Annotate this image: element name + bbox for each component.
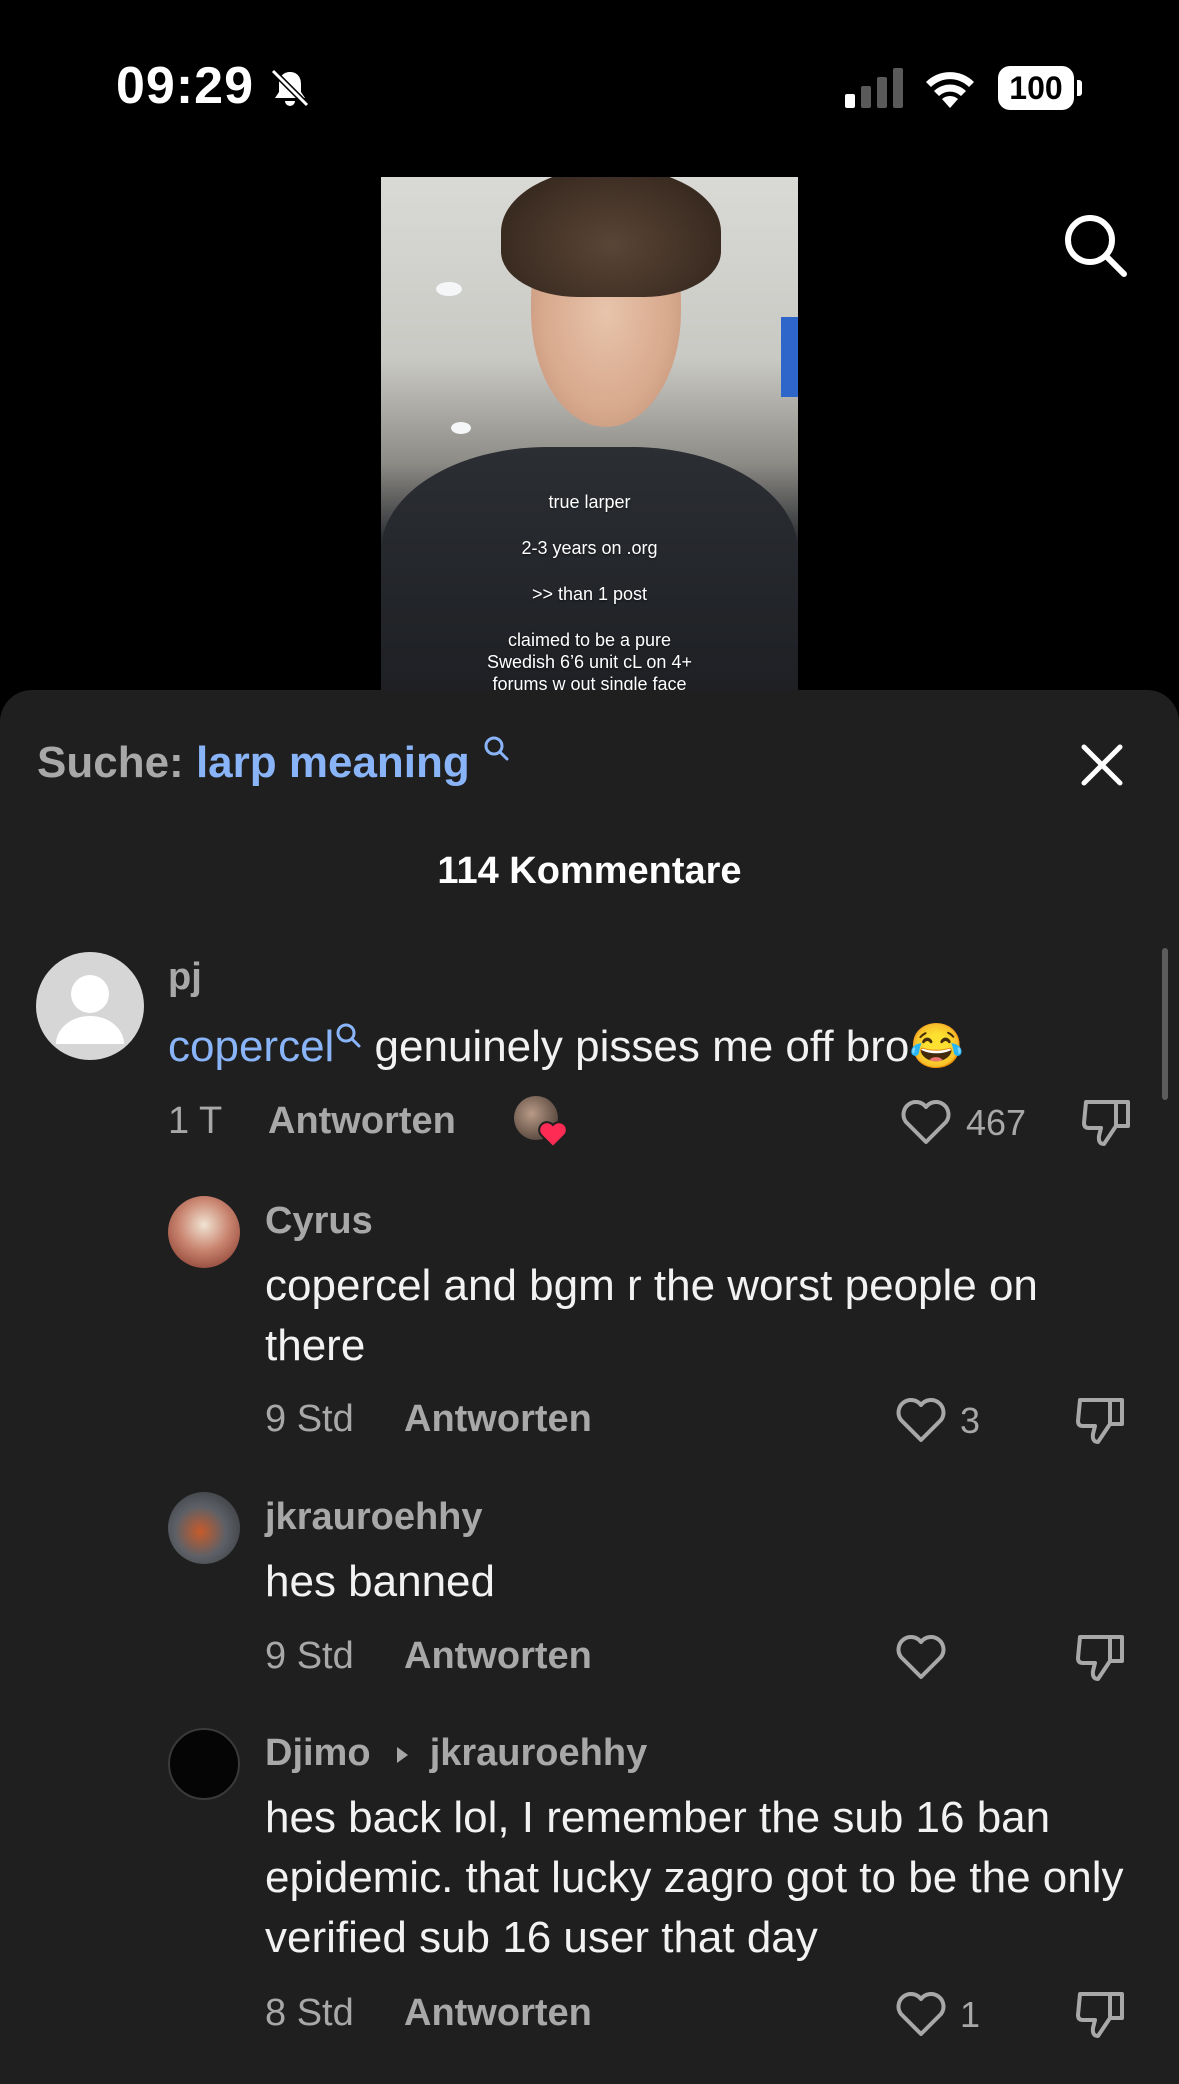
heart-outline-icon[interactable] xyxy=(895,1633,947,1681)
comment-count: 114 Kommentare xyxy=(437,850,742,892)
video-preview[interactable]: true larper 2-3 years on .org >> than 1 … xyxy=(381,177,798,697)
comment-text: copercel genuinely pisses me off bro😂 xyxy=(168,1017,1098,1077)
comment-username[interactable]: jkrauroehhy xyxy=(265,1496,483,1539)
search-term-link[interactable]: larp meaning xyxy=(196,738,470,787)
default-avatar-icon xyxy=(56,975,124,1044)
cellular-signal-icon xyxy=(845,68,903,108)
reply-button[interactable]: Antworten xyxy=(404,1635,592,1678)
video-subject-hair xyxy=(501,177,721,297)
comment-body: genuinely pisses me off bro😂 xyxy=(362,1022,965,1071)
wifi-icon xyxy=(926,72,974,108)
comment-username: Djimo jkrauroehhy xyxy=(265,1732,647,1775)
thumbs-down-icon[interactable] xyxy=(1074,1988,1128,2040)
avatar[interactable] xyxy=(168,1196,240,1268)
battery-level: 100 xyxy=(998,66,1074,110)
creator-liked-badge xyxy=(514,1096,568,1148)
comments-sheet: Suche: larp meaning 114 Kommentare pj co… xyxy=(0,690,1179,2084)
video-caption-line: claimed to be a pure xyxy=(507,630,672,650)
like-count: 3 xyxy=(960,1400,981,1441)
reply-button[interactable]: Antworten xyxy=(404,1398,592,1441)
heart-filled-icon xyxy=(538,1121,568,1148)
status-time: 09:29 xyxy=(116,57,254,115)
comment-text: hes back lol, I remember the sub 16 ban … xyxy=(265,1793,1124,1962)
battery-indicator: 100 xyxy=(998,66,1082,110)
comment-time: 1 T xyxy=(168,1100,223,1142)
reply-arrow-icon xyxy=(397,1746,409,1763)
comment-username[interactable]: Cyrus xyxy=(265,1200,373,1243)
search-icon xyxy=(336,1023,361,1048)
comment-time: 8 Std xyxy=(265,1992,354,2034)
thumbs-down-icon[interactable] xyxy=(1074,1631,1128,1683)
ceiling-light xyxy=(436,282,462,296)
video-caption-line: Swedish 6’6 unit cL on 4+ xyxy=(487,652,692,672)
search-suggestion[interactable]: Suche: larp meaning xyxy=(37,736,510,788)
like-count: 1 xyxy=(960,1994,981,2035)
scrollbar[interactable] xyxy=(1162,948,1168,1100)
comment-author[interactable]: Djimo xyxy=(265,1732,371,1774)
video-caption-line: true larper xyxy=(548,492,631,512)
close-icon[interactable] xyxy=(1078,741,1126,789)
background-object xyxy=(781,317,798,397)
heart-outline-icon[interactable] xyxy=(900,1098,952,1146)
video-caption-line: >> than 1 post xyxy=(531,584,648,604)
reply-button[interactable]: Antworten xyxy=(404,1992,592,2035)
reply-button[interactable]: Antworten xyxy=(268,1100,456,1143)
comment-time: 9 Std xyxy=(265,1398,354,1440)
bell-muted-icon xyxy=(270,68,310,108)
mention-link[interactable]: copercel xyxy=(168,1022,334,1071)
ceiling-light xyxy=(451,422,471,434)
comment-time: 9 Std xyxy=(265,1635,354,1677)
search-icon[interactable] xyxy=(1062,212,1128,278)
comment-username[interactable]: pj xyxy=(168,956,202,999)
video-caption-line: 2-3 years on .org xyxy=(521,538,658,558)
avatar[interactable] xyxy=(168,1728,240,1800)
status-bar: 09:29 100 xyxy=(0,0,1179,170)
avatar[interactable] xyxy=(168,1492,240,1564)
search-icon xyxy=(484,736,509,761)
heart-outline-icon[interactable] xyxy=(895,1990,947,2038)
avatar[interactable] xyxy=(36,952,144,1060)
heart-outline-icon[interactable] xyxy=(895,1396,947,1444)
comment-text: copercel and bgm r the worst people on t… xyxy=(265,1261,1038,1370)
reply-to-username[interactable]: jkrauroehhy xyxy=(430,1732,648,1774)
like-count: 467 xyxy=(966,1102,1027,1143)
search-label: Suche: xyxy=(37,738,184,787)
comment-text: hes banned xyxy=(265,1557,495,1606)
battery-nub xyxy=(1077,80,1082,96)
thumbs-down-icon[interactable] xyxy=(1080,1096,1134,1148)
thumbs-down-icon[interactable] xyxy=(1074,1394,1128,1446)
